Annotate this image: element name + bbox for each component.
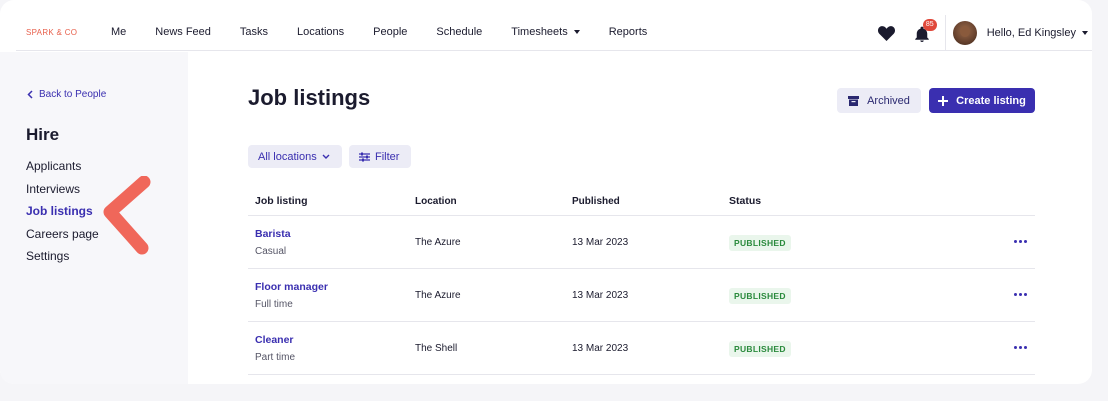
job-cell: Cleaner Part time xyxy=(248,334,415,363)
job-listings-table: Job listing Location Published Status Ba… xyxy=(248,187,1035,375)
archive-box-icon xyxy=(848,95,860,106)
sidebar-item-interviews[interactable]: Interviews xyxy=(26,182,99,205)
status-cell: PUBLISHED xyxy=(729,339,929,357)
nav-divider xyxy=(944,14,946,51)
more-horizontal-icon[interactable] xyxy=(1014,346,1027,349)
filter-button[interactable]: Filter xyxy=(349,145,411,168)
job-title-link[interactable]: Cleaner xyxy=(255,334,415,346)
job-title-link[interactable]: Barista xyxy=(255,228,415,240)
nav-item-reports[interactable]: Reports xyxy=(609,26,648,38)
published-cell: 13 Mar 2023 xyxy=(572,342,629,354)
job-type: Full time xyxy=(255,298,293,310)
sliders-icon xyxy=(359,152,370,161)
locations-dropdown[interactable]: All locations xyxy=(248,145,342,168)
sidebar-section-title: Hire xyxy=(26,125,60,144)
app-window: SPARK & CO Me News Feed Tasks Locations … xyxy=(0,0,1092,384)
sidebar-item-careers-page[interactable]: Careers page xyxy=(26,227,99,250)
nav-item-tasks[interactable]: Tasks xyxy=(240,26,268,38)
back-link-label: Back to People xyxy=(39,89,107,100)
published-cell: 13 Mar 2023 xyxy=(572,289,629,301)
published-cell: 13 Mar 2023 xyxy=(572,236,629,248)
chevron-left-icon xyxy=(27,90,33,99)
sidebar: Back to People Hire Applicants Interview… xyxy=(0,52,188,384)
back-to-people-link[interactable]: Back to People xyxy=(27,89,106,100)
status-cell: PUBLISHED xyxy=(729,233,929,251)
column-header-status[interactable]: Status xyxy=(729,195,929,207)
column-header-published[interactable]: Published xyxy=(572,196,729,207)
nav-item-people[interactable]: People xyxy=(373,26,407,38)
table-row: Cleaner Part time The Shell 13 Mar 2023 … xyxy=(248,322,1035,375)
job-type: Casual xyxy=(255,245,287,257)
brand-logo[interactable]: SPARK & CO xyxy=(26,28,111,37)
job-cell: Floor manager Full time xyxy=(248,281,415,310)
caret-down-icon xyxy=(573,30,580,34)
sidebar-item-settings[interactable]: Settings xyxy=(26,249,99,272)
chevron-down-icon xyxy=(322,154,330,159)
status-badge: PUBLISHED xyxy=(729,288,791,304)
nav-right-area: 85 Hello, Ed Kingsley xyxy=(877,14,1092,51)
annotation-arrow-icon xyxy=(103,176,151,255)
sidebar-menu: Applicants Interviews Job listings Caree… xyxy=(26,159,99,272)
nav-item-me[interactable]: Me xyxy=(111,26,126,38)
job-cell: Barista Casual xyxy=(248,228,415,257)
locations-dropdown-label: All locations xyxy=(258,150,317,163)
avatar[interactable] xyxy=(952,20,977,45)
column-header-location[interactable]: Location xyxy=(415,196,572,207)
nav-item-schedule[interactable]: Schedule xyxy=(436,26,482,38)
location-cell: The Azure xyxy=(415,289,461,301)
more-horizontal-icon[interactable] xyxy=(1014,293,1027,296)
main-content: Job listings Archived Create listing All… xyxy=(188,52,1092,384)
notification-count-badge: 85 xyxy=(922,18,937,31)
user-greeting: Hello, Ed Kingsley xyxy=(986,26,1076,39)
archived-button-label: Archived xyxy=(867,94,910,107)
create-listing-label: Create listing xyxy=(956,94,1026,107)
status-cell: PUBLISHED xyxy=(729,286,929,304)
page-title: Job listings xyxy=(248,85,371,110)
location-cell: The Shell xyxy=(415,342,458,354)
job-title-link[interactable]: Floor manager xyxy=(255,281,415,293)
caret-down-icon xyxy=(1082,30,1088,35)
nav-item-timesheets-label: Timesheets xyxy=(511,26,568,38)
table-header: Job listing Location Published Status xyxy=(248,187,1035,216)
heart-icon[interactable] xyxy=(877,24,897,42)
sidebar-item-applicants[interactable]: Applicants xyxy=(26,159,99,182)
notifications-button[interactable]: 85 xyxy=(913,18,937,43)
filter-button-label: Filter xyxy=(375,150,400,163)
status-badge: PUBLISHED xyxy=(729,235,791,251)
table-row: Barista Casual The Azure 13 Mar 2023 PUB… xyxy=(248,216,1035,269)
user-menu[interactable]: Hello, Ed Kingsley xyxy=(987,27,1088,39)
sidebar-item-job-listings[interactable]: Job listings xyxy=(26,204,99,227)
column-header-job-listing[interactable]: Job listing xyxy=(248,195,415,207)
create-listing-button[interactable]: Create listing xyxy=(929,88,1035,113)
nav-item-timesheets[interactable]: Timesheets xyxy=(511,26,580,38)
plus-icon xyxy=(938,95,949,106)
more-horizontal-icon[interactable] xyxy=(1014,240,1027,243)
top-navigation: SPARK & CO Me News Feed Tasks Locations … xyxy=(16,14,1092,51)
nav-item-locations[interactable]: Locations xyxy=(297,26,344,38)
nav-item-news-feed[interactable]: News Feed xyxy=(155,26,211,38)
job-type: Part time xyxy=(255,351,296,363)
archived-button[interactable]: Archived xyxy=(837,88,921,113)
location-cell: The Azure xyxy=(415,236,461,248)
table-row: Floor manager Full time The Azure 13 Mar… xyxy=(248,269,1035,322)
status-badge: PUBLISHED xyxy=(729,341,791,357)
